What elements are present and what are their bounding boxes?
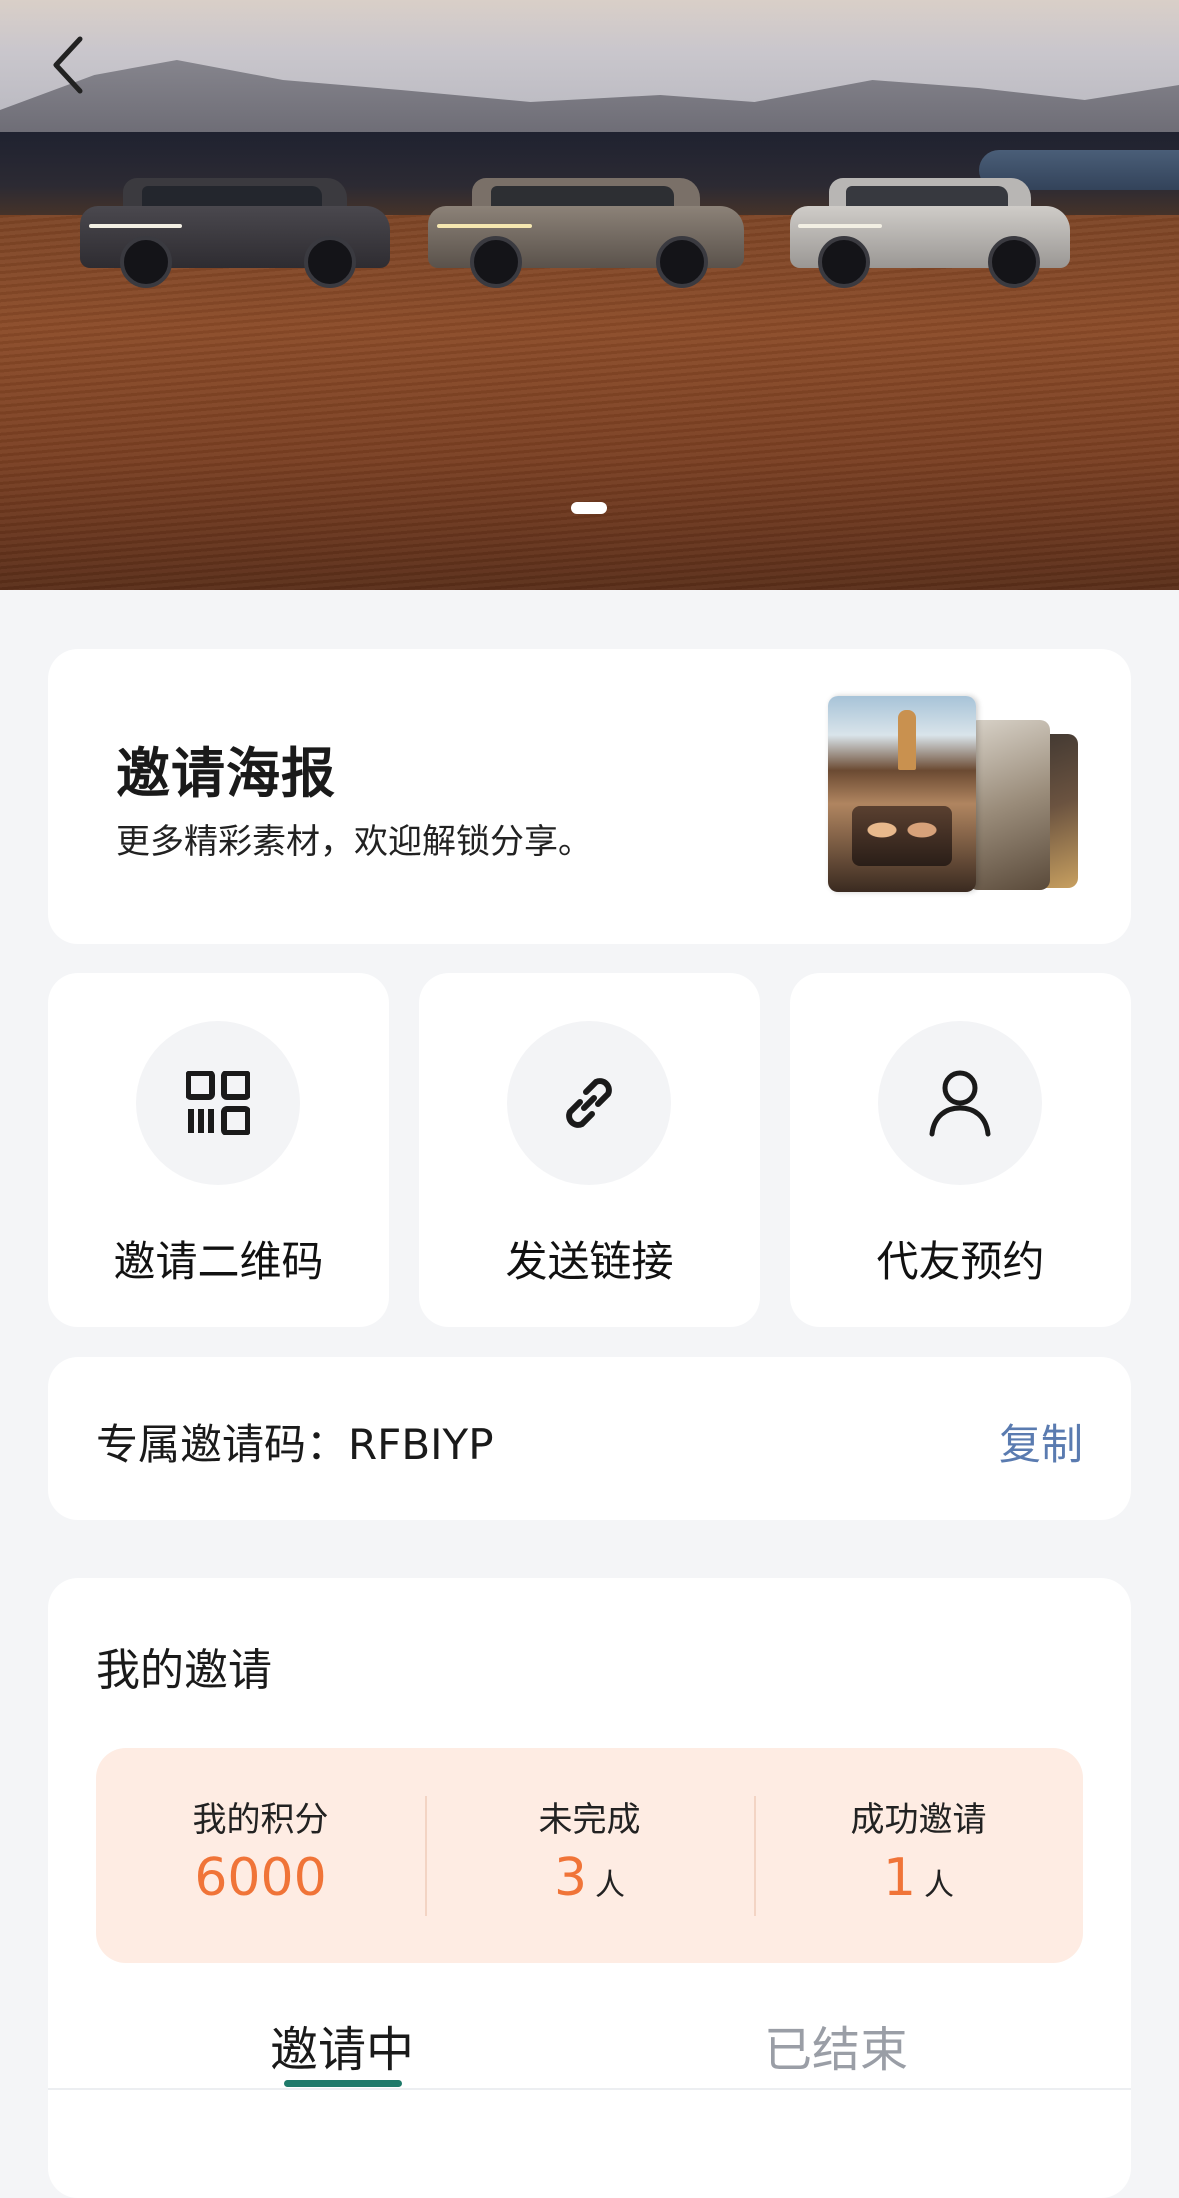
user-icon [929, 1070, 991, 1137]
stat-points-value: 6000 [194, 1848, 327, 1908]
active-tab-indicator [284, 2080, 402, 2087]
car-image-2 [428, 178, 744, 288]
invite-poster-card[interactable]: 邀请海报 更多精彩素材，欢迎解锁分享。 [48, 649, 1131, 944]
poster-thumbnails[interactable] [828, 696, 1088, 896]
back-button[interactable] [40, 30, 96, 100]
tab-ended[interactable]: 已结束 [764, 2010, 908, 2080]
poster-thumbnail-2 [968, 720, 1050, 890]
chevron-left-icon [53, 36, 83, 94]
invite-tabs: 邀请中 已结束 [48, 1998, 1131, 2090]
stat-successful-value: 1人 [882, 1848, 955, 1908]
hero-banner[interactable] [0, 0, 1179, 590]
carousel-indicator[interactable] [571, 502, 607, 514]
poster-subtitle: 更多精彩素材，欢迎解锁分享。 [116, 822, 592, 862]
stat-successful-label: 成功邀请 [850, 1800, 987, 1840]
stat-incomplete-value: 3人 [553, 1848, 626, 1908]
invite-stats-panel: 我的积分 6000 未完成 3人 成功邀请 1人 [96, 1748, 1083, 1963]
qr-code-icon-circle [136, 1021, 300, 1185]
send-link-button[interactable]: 发送链接 [419, 973, 760, 1327]
qr-code-label: 邀请二维码 [113, 1237, 324, 1286]
my-invitations-card: 我的邀请 我的积分 6000 未完成 3人 成功邀请 1人 邀请中 已结束 [48, 1578, 1131, 2198]
stat-incomplete-label: 未完成 [538, 1800, 641, 1840]
qr-code-button[interactable]: 邀请二维码 [48, 973, 389, 1327]
tab-inviting[interactable]: 邀请中 [270, 2010, 414, 2080]
qr-code-icon [186, 1071, 250, 1135]
stat-incomplete[interactable]: 未完成 3人 [425, 1748, 754, 1963]
stat-points[interactable]: 我的积分 6000 [96, 1748, 425, 1963]
book-for-friend-button[interactable]: 代友预约 [790, 973, 1131, 1327]
poster-title: 邀请海报 [116, 742, 336, 805]
stat-successful-unit: 人 [924, 1868, 955, 1903]
car-image-1 [80, 178, 390, 288]
invite-code-text: 专属邀请码：RFBIYP [96, 1420, 494, 1469]
book-for-friend-label: 代友预约 [876, 1237, 1045, 1286]
my-invitations-title: 我的邀请 [96, 1645, 272, 1696]
car-image-3 [790, 178, 1070, 288]
stat-incomplete-unit: 人 [595, 1868, 626, 1903]
invite-code-card: 专属邀请码：RFBIYP 复制 [48, 1357, 1131, 1520]
user-icon-circle [878, 1021, 1042, 1185]
link-icon [566, 1078, 612, 1128]
stat-successful[interactable]: 成功邀请 1人 [754, 1748, 1083, 1963]
link-icon-circle [507, 1021, 671, 1185]
copy-button[interactable]: 复制 [999, 1411, 1083, 1472]
send-link-label: 发送链接 [505, 1237, 674, 1286]
stat-points-label: 我的积分 [192, 1800, 329, 1840]
poster-thumbnail-1 [828, 696, 976, 892]
